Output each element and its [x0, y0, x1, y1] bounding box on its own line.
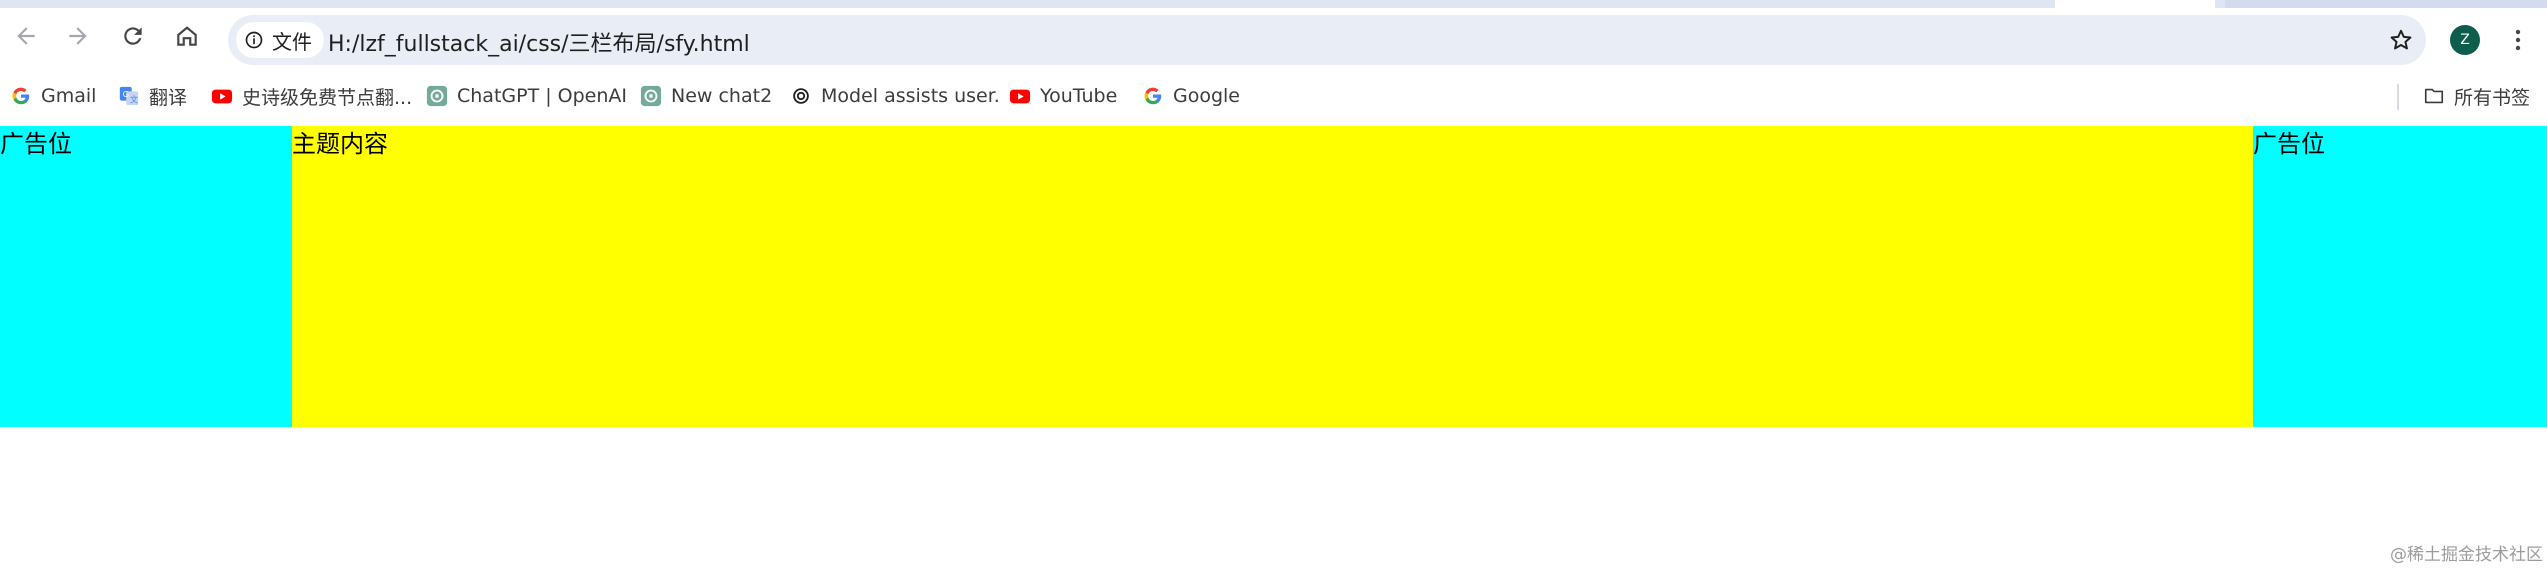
browser-menu-button[interactable] — [2503, 22, 2533, 58]
tab[interactable] — [2055, 0, 2215, 8]
left-ad-text: 广告位 — [0, 130, 72, 158]
bookmark-video-1[interactable]: 史诗级免费节点翻... — [211, 82, 412, 110]
chatgpt-icon — [640, 85, 662, 107]
main-content-column: 主题内容 — [292, 126, 2253, 427]
bookmark-label: Model assists user. — [821, 85, 1000, 107]
bookmark-label: ChatGPT | OpenAI — [457, 85, 628, 107]
left-ad-column: 广告位 — [0, 126, 292, 427]
forward-button[interactable] — [58, 16, 98, 56]
openai-icon — [790, 85, 812, 107]
url-text[interactable]: H:/lzf_fullstack_ai/css/三栏布局/sfy.html — [328, 26, 750, 58]
youtube-icon — [1009, 85, 1031, 107]
bookmark-label: 翻译 — [149, 86, 188, 109]
page-viewport: 广告位 主题内容 广告位 @稀土掘金技术社区 — [0, 126, 2547, 573]
google-g-icon — [10, 85, 32, 107]
profile-avatar[interactable]: Z — [2450, 25, 2480, 55]
all-bookmarks-label: 所有书签 — [2454, 86, 2531, 109]
address-bar[interactable]: 文件 H:/lzf_fullstack_ai/css/三栏布局/sfy.html — [228, 15, 2426, 65]
reload-button[interactable] — [113, 16, 153, 56]
bookmark-label: Google — [1173, 85, 1241, 107]
bookmarks-divider — [2397, 84, 2399, 110]
bookmark-chatgpt[interactable]: ChatGPT | OpenAI — [426, 82, 627, 110]
bookmark-label: New chat2 — [671, 85, 773, 107]
bookmark-new-chat2[interactable]: New chat2 — [640, 82, 772, 110]
bookmark-gmail[interactable]: Gmail — [10, 82, 96, 110]
bookmark-label: 史诗级免费节点翻... — [242, 86, 413, 109]
bookmark-translate[interactable]: G文 翻译 — [118, 82, 187, 110]
reload-icon — [124, 27, 142, 45]
main-content-text: 主题内容 — [292, 130, 388, 158]
watermark: @稀土掘金技术社区 — [2390, 545, 2543, 565]
chatgpt-icon — [426, 85, 448, 107]
home-icon — [177, 26, 197, 46]
site-info-chip[interactable]: 文件 — [236, 22, 324, 58]
tab-strip — [0, 0, 2547, 8]
browser-toolbar: 文件 H:/lzf_fullstack_ai/css/三栏布局/sfy.html… — [0, 8, 2547, 70]
bookmark-label: YouTube — [1040, 85, 1118, 107]
all-bookmarks-button[interactable]: 所有书签 — [2423, 82, 2530, 110]
bookmark-model-assists[interactable]: Model assists user. — [790, 82, 1000, 110]
star-icon — [2390, 29, 2412, 50]
home-button[interactable] — [167, 16, 207, 56]
right-ad-text: 广告位 — [2253, 130, 2325, 158]
google-g-icon — [1142, 85, 1164, 107]
bookmark-youtube[interactable]: YouTube — [1009, 82, 1117, 110]
right-ad-column: 广告位 — [2253, 126, 2547, 427]
back-button[interactable] — [6, 16, 46, 56]
google-translate-icon: G文 — [118, 85, 140, 107]
svg-text:G: G — [123, 89, 129, 99]
svg-text:文: 文 — [130, 94, 138, 104]
youtube-icon — [211, 85, 233, 107]
site-chip-label: 文件 — [272, 29, 312, 54]
folder-icon — [2423, 85, 2445, 107]
info-icon — [245, 31, 263, 49]
forward-arrow-icon — [69, 27, 87, 45]
bookmarks-bar: Gmail G文 翻译 史诗级免费节点翻... ChatGPT | OpenAI… — [0, 72, 2547, 120]
bookmark-google[interactable]: Google — [1142, 82, 1240, 110]
kebab-menu-icon — [2515, 29, 2521, 51]
bookmark-label: Gmail — [41, 85, 97, 107]
tab[interactable] — [2225, 0, 2547, 8]
bookmark-star-button[interactable] — [2383, 22, 2419, 58]
back-arrow-icon — [17, 27, 35, 45]
